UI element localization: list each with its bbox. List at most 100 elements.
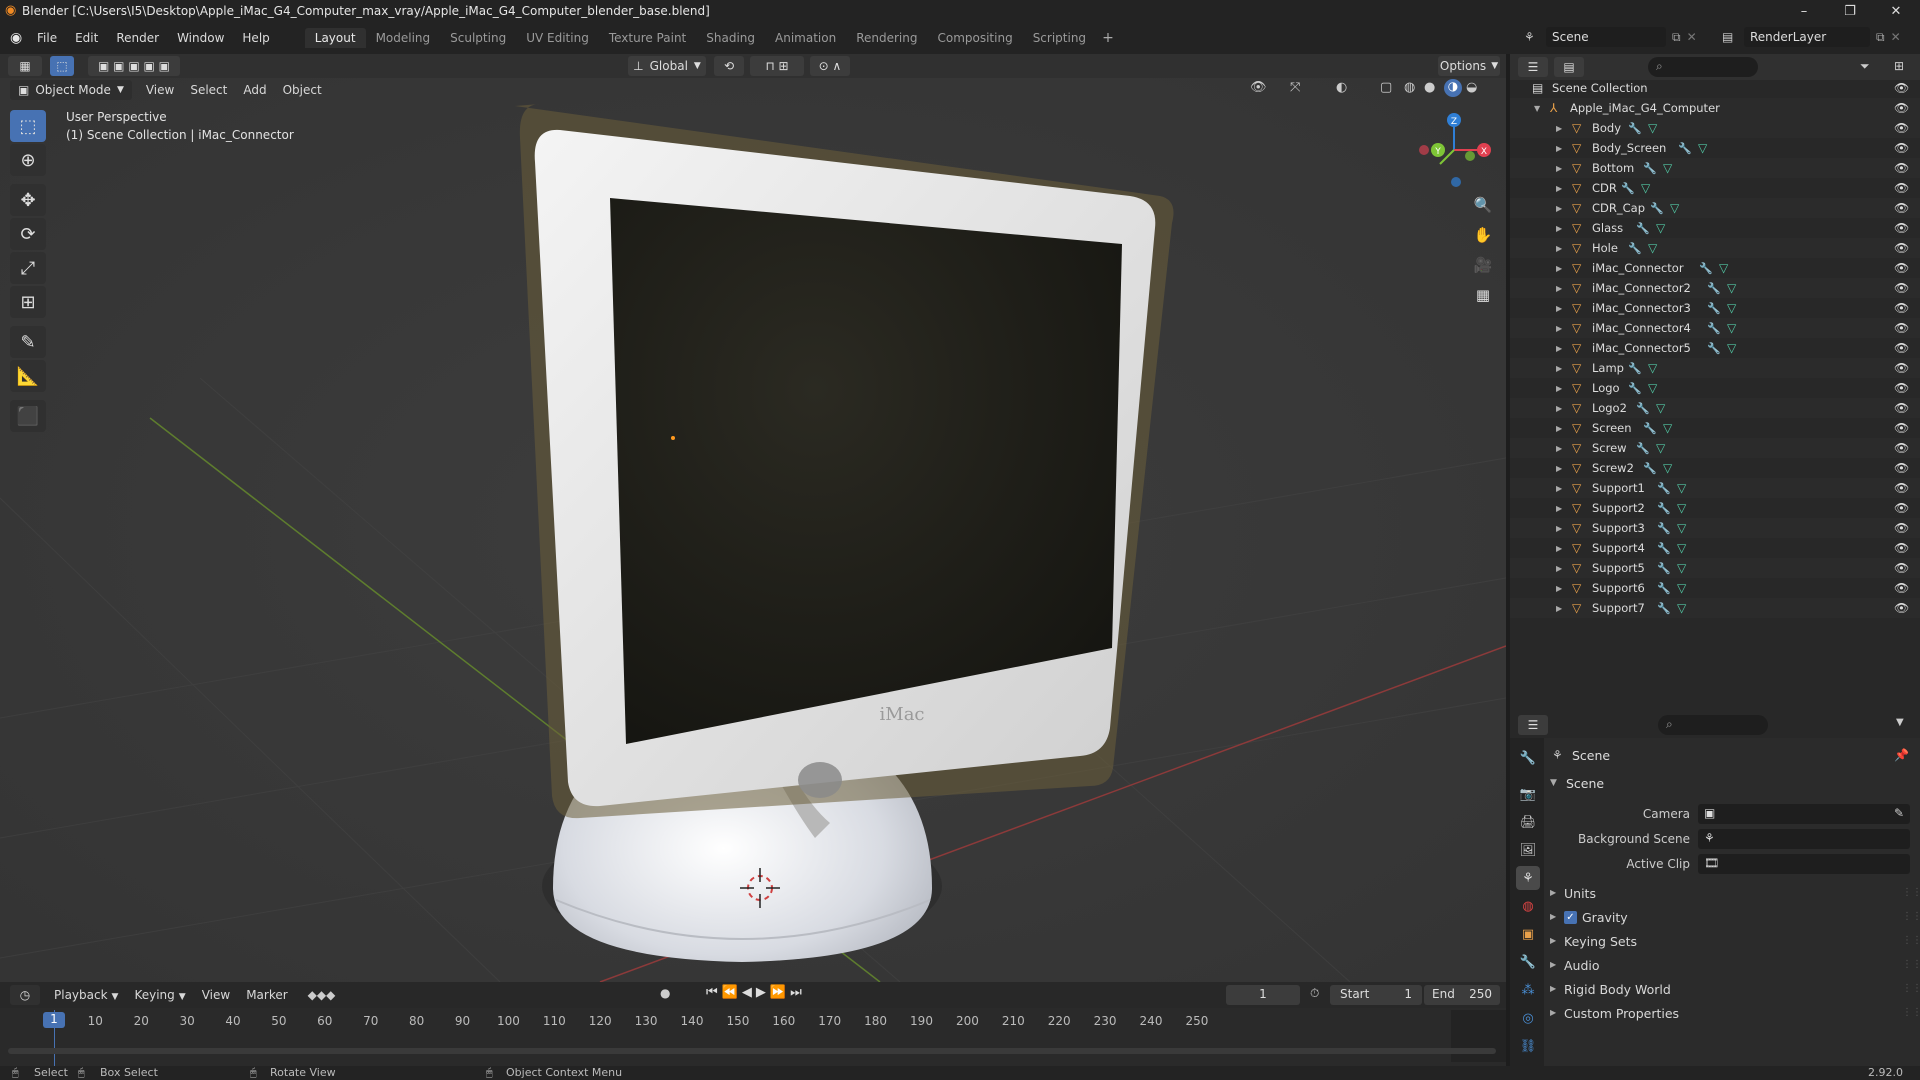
new-renderlayer-icon[interactable]: ⧉ — [1876, 30, 1885, 45]
outliner-scene-collection[interactable]: ▤ Scene Collection 👁 — [1510, 78, 1920, 98]
mesh-data-icon[interactable]: ▽ — [1677, 541, 1686, 555]
modifier-icon[interactable]: 🔧 — [1636, 442, 1650, 455]
display-mode-icon[interactable]: ▤ — [1554, 57, 1584, 77]
modifier-icon[interactable]: 🔧 — [1643, 422, 1657, 435]
tab-sculpting[interactable]: Sculpting — [440, 28, 516, 48]
expand-arrow-icon[interactable]: ▶ — [1556, 204, 1562, 213]
drag-handle-icon[interactable]: ⋮⋮ — [1902, 983, 1920, 994]
outliner-item[interactable]: ▶ ▽ Logo 🔧 ▽ 👁 — [1510, 378, 1920, 398]
modifier-icon[interactable]: 🔧 — [1636, 222, 1650, 235]
visibility-eye-icon[interactable]: 👁 — [1894, 221, 1909, 235]
mesh-data-icon[interactable]: ▽ — [1663, 161, 1672, 175]
expand-arrow-icon[interactable]: ▶ — [1556, 184, 1562, 193]
subpanel-custom-properties[interactable]: ▶ Custom Properties ⋮⋮ — [1510, 1004, 1920, 1026]
expand-arrow-icon[interactable]: ▶ — [1556, 424, 1562, 433]
expand-arrow-icon[interactable]: ▶ — [1556, 604, 1562, 613]
mesh-data-icon[interactable]: ▽ — [1727, 301, 1736, 315]
expand-arrow-icon[interactable]: ▶ — [1556, 584, 1562, 593]
outliner-item[interactable]: ▶ ▽ Support2 🔧 ▽ 👁 — [1510, 498, 1920, 518]
mesh-data-icon[interactable]: ▽ — [1677, 561, 1686, 575]
outliner-editor-type-icon[interactable]: ☰ — [1518, 57, 1548, 77]
xray-toggle-icon[interactable]: ▢ — [1380, 80, 1392, 95]
outliner-item[interactable]: ▶ ▽ iMac_Connector3 🔧 ▽ 👁 — [1510, 298, 1920, 318]
outliner-item[interactable]: ▶ ▽ Support1 🔧 ▽ 👁 — [1510, 478, 1920, 498]
pan-hand-icon[interactable]: ✋ — [1470, 222, 1496, 248]
modifier-icon[interactable]: 🔧 — [1650, 202, 1664, 215]
playhead-marker[interactable]: 1 — [43, 1012, 65, 1028]
snap-icon[interactable]: ⊓ ⊞ — [750, 56, 804, 76]
visibility-eye-icon[interactable]: 👁 — [1894, 481, 1909, 495]
modifier-icon[interactable]: 🔧 — [1621, 182, 1635, 195]
expand-arrow-icon[interactable]: ▶ — [1556, 464, 1562, 473]
viewport-menu-object[interactable]: Object — [275, 83, 330, 97]
visibility-eye-icon[interactable]: 👁 — [1894, 261, 1909, 275]
select-tool-icon[interactable]: ⬚ — [50, 56, 74, 76]
expand-arrow-icon[interactable]: ▼ — [1534, 104, 1540, 113]
annotate-tool[interactable]: ✎ — [10, 326, 46, 358]
visibility-eye-icon[interactable]: 👁 — [1894, 301, 1909, 315]
outliner-item[interactable]: ▶ ▽ Lamp 🔧 ▽ 👁 — [1510, 358, 1920, 378]
timeline-scrollbar[interactable] — [8, 1048, 1496, 1054]
mesh-data-icon[interactable]: ▽ — [1719, 261, 1728, 275]
viewport-menu-select[interactable]: Select — [182, 83, 235, 97]
outliner-item[interactable]: ▶ ▽ Support3 🔧 ▽ 👁 — [1510, 518, 1920, 538]
subpanel-units[interactable]: ▶ Units ⋮⋮ — [1510, 884, 1920, 906]
expand-arrow-icon[interactable]: ▶ — [1556, 364, 1562, 373]
modifier-icon[interactable]: 🔧 — [1707, 302, 1721, 315]
overlay-toggle-icon[interactable]: ◐ — [1336, 80, 1347, 95]
expand-arrow-icon[interactable]: ▶ — [1556, 544, 1562, 553]
visibility-eye-icon[interactable]: 👁 — [1894, 181, 1909, 195]
expand-arrow-icon[interactable]: ▶ — [1556, 144, 1562, 153]
visibility-eye-icon[interactable]: 👁 — [1894, 321, 1909, 335]
outliner-item[interactable]: ▶ ▽ Body_Screen 🔧 ▽ 👁 — [1510, 138, 1920, 158]
tab-uv-editing[interactable]: UV Editing — [516, 28, 599, 48]
mesh-data-icon[interactable]: ▽ — [1677, 501, 1686, 515]
visibility-eye-icon[interactable]: 👁 — [1894, 241, 1909, 255]
add-workspace-button[interactable]: + — [1102, 30, 1114, 46]
expand-arrow-icon[interactable]: ▶ — [1556, 484, 1562, 493]
mesh-data-icon[interactable]: ▽ — [1727, 321, 1736, 335]
visibility-eye-icon[interactable]: 👁 — [1894, 161, 1909, 175]
mesh-data-icon[interactable]: ▽ — [1656, 221, 1665, 235]
expand-arrow-icon[interactable]: ▶ — [1556, 164, 1562, 173]
pin-icon[interactable]: 📌 — [1894, 748, 1909, 762]
new-scene-icon[interactable]: ⧉ — [1672, 30, 1681, 45]
visibility-eye-icon[interactable]: 👁 — [1894, 521, 1909, 535]
visibility-eye-icon[interactable]: 👁 — [1894, 401, 1909, 415]
blender-menu-icon[interactable]: ◉ — [10, 30, 24, 46]
visibility-eye-icon[interactable]: 👁 — [1894, 581, 1909, 595]
rotate-tool[interactable]: ⟳ — [10, 218, 46, 250]
measure-tool[interactable]: 📐 — [10, 360, 46, 392]
outliner-item[interactable]: ▶ ▽ Screw 🔧 ▽ 👁 — [1510, 438, 1920, 458]
mesh-data-icon[interactable]: ▽ — [1698, 141, 1707, 155]
outliner-item[interactable]: ▶ ▽ Screen 🔧 ▽ 👁 — [1510, 418, 1920, 438]
shading-solid-icon[interactable]: ● — [1424, 80, 1435, 95]
visibility-eye-icon[interactable]: 👁 — [1894, 501, 1909, 515]
drag-handle-icon[interactable]: ⋮⋮ — [1902, 935, 1920, 946]
field-input[interactable]: 🎞 — [1698, 854, 1910, 874]
expand-arrow-icon[interactable]: ▶ — [1556, 124, 1562, 133]
transform-tool[interactable]: ⊞ — [10, 286, 46, 318]
tab-compositing[interactable]: Compositing — [927, 28, 1022, 48]
tab-texture-paint[interactable]: Texture Paint — [599, 28, 696, 48]
3d-viewport[interactable]: iMac Z X Y ▣ Object Mode ▼ View Select A… — [0, 78, 1506, 982]
visibility-eye-icon[interactable]: 👁 — [1894, 121, 1909, 135]
tab-rendering[interactable]: Rendering — [846, 28, 927, 48]
chevron-down-icon[interactable]: ▼ — [1896, 717, 1904, 728]
field-input[interactable]: ⚘ — [1698, 829, 1910, 849]
subpanel-rigid-body-world[interactable]: ▶ Rigid Body World ⋮⋮ — [1510, 980, 1920, 1002]
modifier-icon[interactable]: 🔧 — [1657, 562, 1671, 575]
modifier-icon[interactable]: 🔧 — [1657, 502, 1671, 515]
visibility-eye-icon[interactable]: 👁 — [1894, 81, 1909, 95]
ortho-grid-icon[interactable]: ▦ — [1470, 282, 1496, 308]
new-collection-icon[interactable]: ⊞ — [1894, 59, 1904, 73]
modifier-icon[interactable]: 🔧 — [1707, 342, 1721, 355]
minimize-button[interactable]: – — [1782, 0, 1826, 22]
modifier-icon[interactable]: 🔧 — [1657, 522, 1671, 535]
visibility-eye-icon[interactable]: 👁 — [1894, 441, 1909, 455]
mesh-data-icon[interactable]: ▽ — [1641, 181, 1650, 195]
outliner-item[interactable]: ▶ ▽ iMac_Connector2 🔧 ▽ 👁 — [1510, 278, 1920, 298]
modifier-icon[interactable]: 🔧 — [1699, 262, 1713, 275]
menu-help[interactable]: Help — [233, 31, 278, 45]
select-box-tool[interactable]: ⬚ — [10, 110, 46, 142]
